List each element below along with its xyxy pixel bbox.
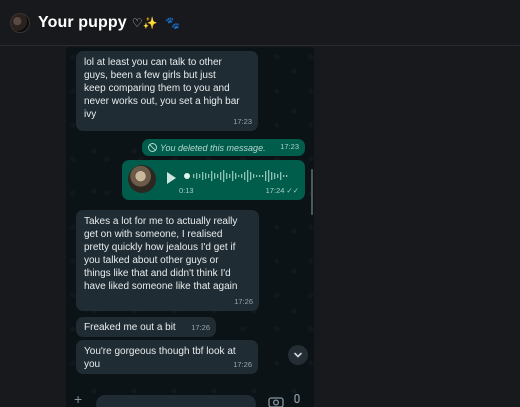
scrollbar[interactable] [311,169,313,215]
message-input[interactable] [96,395,256,407]
chat-screenshot[interactable]: lol at least you can talk to other guys,… [66,47,314,407]
message-incoming: You're gorgeous though tbf look at you 1… [76,340,258,374]
message-text: You're gorgeous though tbf look at you [84,346,236,370]
voice-duration: 0:13 [179,186,194,195]
channel-header: Your puppy ♡✨ 🐾 [0,0,520,46]
voice-sender-avatar [128,165,156,193]
message-text: lol at least you can talk to other guys,… [84,57,240,120]
message-time: 17:26 [234,297,253,306]
avatar[interactable] [10,12,30,33]
voice-message: 0:13 17:24 ✓✓ [122,160,305,200]
message-text: Freaked me out a bit [84,322,176,333]
message-text: Takes a lot for me to actually really ge… [84,216,238,292]
sparkle-heart-icon: ♡✨ [131,15,158,30]
plus-icon[interactable]: + [74,391,82,407]
paw-icon: 🐾 [165,15,181,30]
scroll-down-button[interactable] [288,345,308,365]
waveform[interactable] [184,168,296,184]
read-receipt-icon: ✓✓ [286,186,299,195]
message-input-bar: + [66,391,314,407]
message-time: 17:26 [233,360,252,369]
message-incoming: Freaked me out a bit 17:26 [76,317,216,337]
mic-icon[interactable] [292,394,302,407]
deleted-text: You deleted this message. [160,142,266,153]
channel-title: Your puppy [38,13,127,31]
deleted-icon [148,143,157,152]
voice-time: 17:24 [265,186,285,195]
message-incoming: Takes a lot for me to actually really ge… [76,210,259,311]
message-time: 17:26 [191,323,210,332]
message-time: 17:23 [280,142,299,151]
message-deleted: You deleted this message. 17:23 [142,139,305,156]
chevron-down-icon [294,352,302,358]
message-time: 17:23 [233,117,252,126]
camera-icon[interactable] [268,395,284,407]
message-time: 17:24 ✓✓ [266,184,299,197]
message-incoming: lol at least you can talk to other guys,… [76,51,258,131]
play-icon[interactable] [167,172,176,184]
